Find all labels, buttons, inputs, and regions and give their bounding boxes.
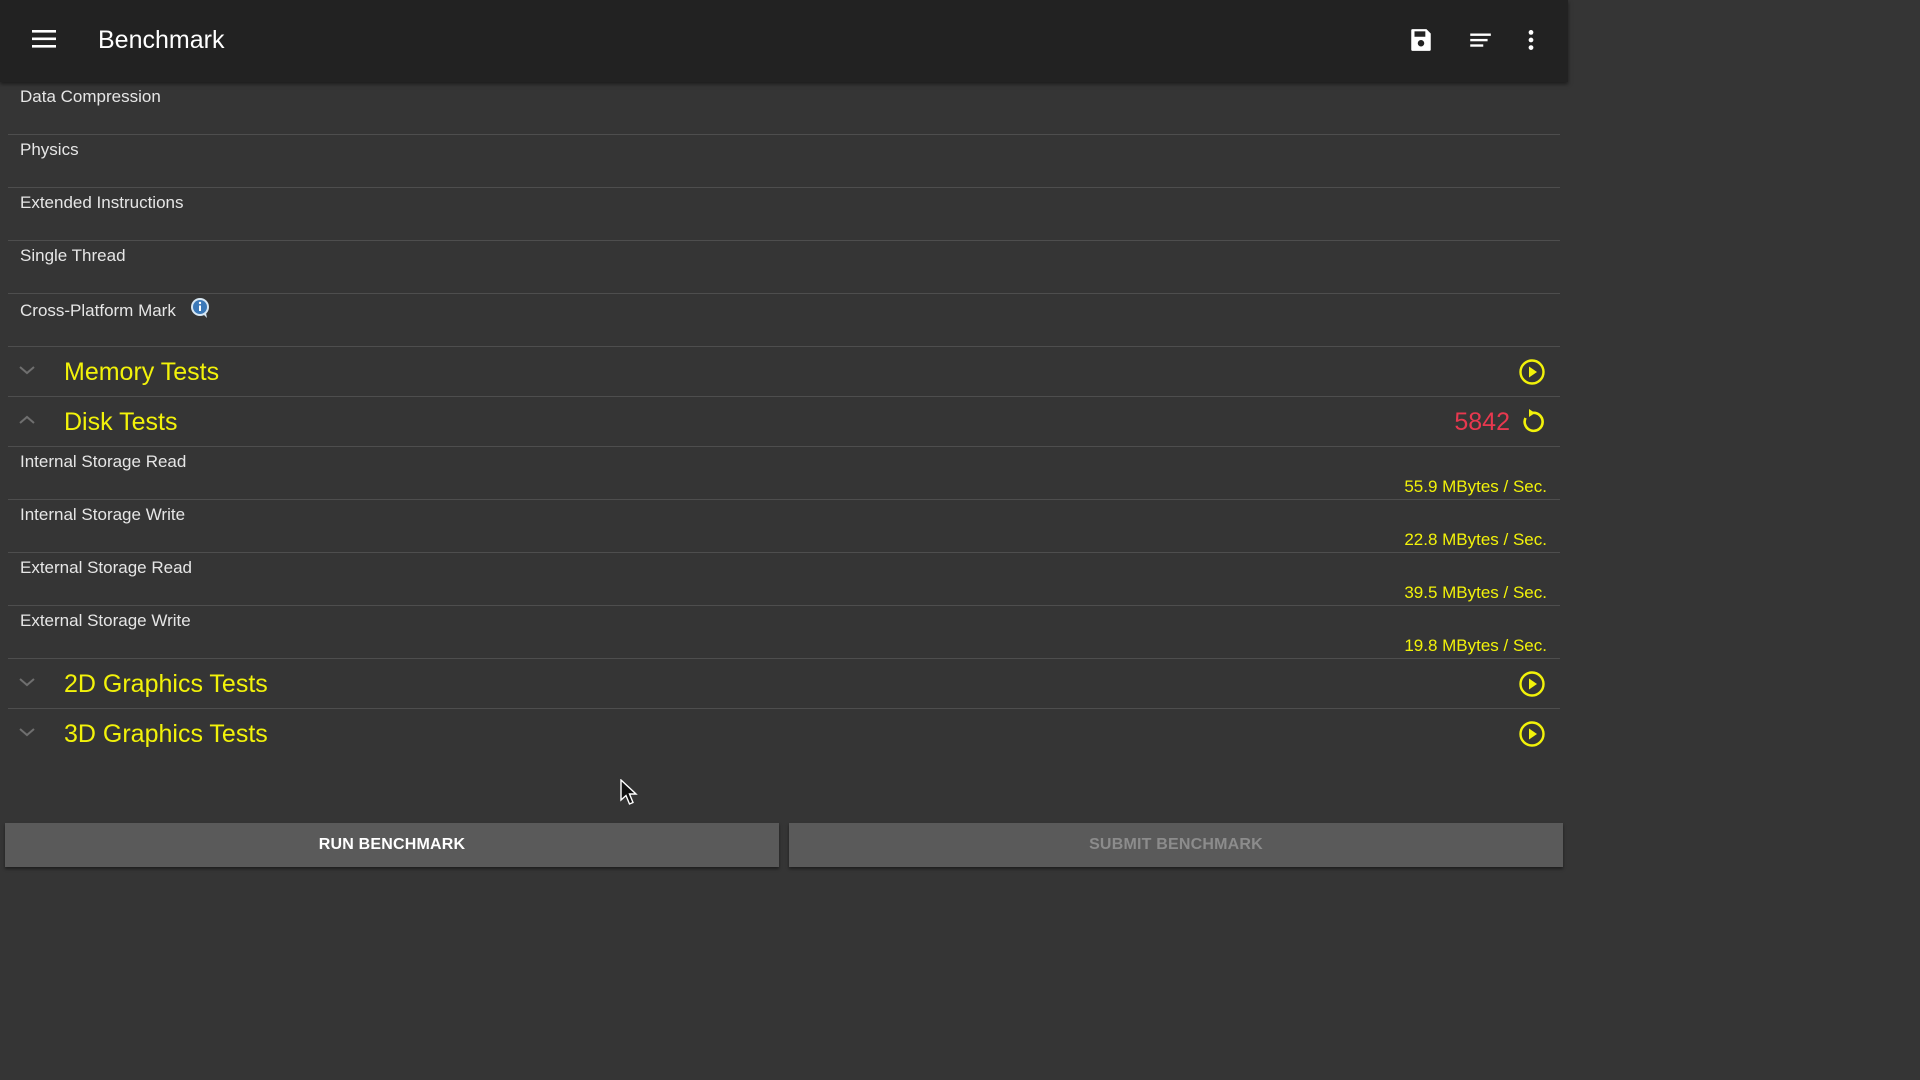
chevron-down-icon — [19, 678, 35, 687]
list-item[interactable]: Data Compression — [8, 82, 1560, 135]
group-2d-graphics-tests[interactable]: 2D Graphics Tests — [8, 659, 1560, 709]
benchmark-app: Benchmark Data Compression Physics Exten… — [0, 0, 1568, 882]
test-list: Data Compression Physics Extended Instru… — [0, 82, 1568, 759]
subtest-label-wrap: Cross-Platform Mark — [20, 297, 211, 324]
play-circle-icon[interactable] — [1518, 720, 1546, 748]
page-title: Benchmark — [98, 26, 225, 54]
subtest-label: Physics — [20, 140, 79, 159]
info-icon[interactable] — [189, 297, 211, 324]
group-disk-tests[interactable]: Disk Tests 5842 — [8, 397, 1560, 447]
play-circle-icon[interactable] — [1518, 358, 1546, 386]
subtest-value: 39.5 MBytes / Sec. — [1404, 583, 1547, 602]
list-item[interactable]: Cross-Platform Mark — [8, 294, 1560, 347]
group-label: Disk Tests — [64, 408, 178, 436]
subtest-value: 22.8 MBytes / Sec. — [1404, 530, 1547, 549]
subtest-label: Internal Storage Read — [20, 452, 187, 471]
refresh-icon[interactable] — [1518, 408, 1546, 436]
list-item[interactable]: Physics — [8, 135, 1560, 188]
mouse-cursor-icon — [620, 779, 638, 805]
subtest-label: Internal Storage Write — [20, 505, 186, 524]
subtest-label: External Storage Write — [20, 611, 191, 630]
chevron-down-icon — [19, 366, 35, 375]
submit-benchmark-button[interactable]: SUBMIT BENCHMARK — [789, 823, 1563, 867]
chevron-down-icon — [19, 728, 35, 737]
list-item[interactable]: Internal Storage Read 55.9 MBytes / Sec. — [8, 447, 1560, 500]
list-item[interactable]: Internal Storage Write 22.8 MBytes / Sec… — [8, 500, 1560, 553]
group-3d-graphics-tests[interactable]: 3D Graphics Tests — [8, 709, 1560, 759]
group-label: Memory Tests — [64, 358, 220, 386]
chevron-up-icon — [19, 415, 35, 424]
subtest-value: 19.8 MBytes / Sec. — [1404, 636, 1547, 655]
subtest-label: Extended Instructions — [20, 193, 184, 212]
list-item[interactable]: External Storage Write 19.8 MBytes / Sec… — [8, 606, 1560, 659]
subtest-label: External Storage Read — [20, 558, 192, 577]
group-memory-tests[interactable]: Memory Tests — [8, 347, 1560, 397]
subtest-label: Data Compression — [20, 87, 161, 106]
group-score: 5842 — [1454, 408, 1510, 436]
menu-icon[interactable] — [32, 28, 56, 50]
list-item[interactable]: Single Thread — [8, 241, 1560, 294]
app-toolbar: Benchmark — [0, 0, 1568, 82]
list-item[interactable]: Extended Instructions — [8, 188, 1560, 241]
bottom-action-bar: RUN BENCHMARK SUBMIT BENCHMARK — [0, 823, 1568, 869]
run-benchmark-button[interactable]: RUN BENCHMARK — [5, 823, 779, 867]
list-item[interactable]: External Storage Read 39.5 MBytes / Sec. — [8, 553, 1560, 606]
save-icon[interactable] — [1405, 24, 1437, 56]
sort-icon[interactable] — [1464, 24, 1496, 56]
subtest-label: Cross-Platform Mark — [20, 300, 176, 320]
subtest-label: Single Thread — [20, 246, 126, 265]
more-vert-icon[interactable] — [1515, 24, 1547, 56]
group-label: 3D Graphics Tests — [64, 720, 268, 748]
subtest-value: 55.9 MBytes / Sec. — [1404, 477, 1547, 496]
play-circle-icon[interactable] — [1518, 670, 1546, 698]
group-label: 2D Graphics Tests — [64, 670, 268, 698]
